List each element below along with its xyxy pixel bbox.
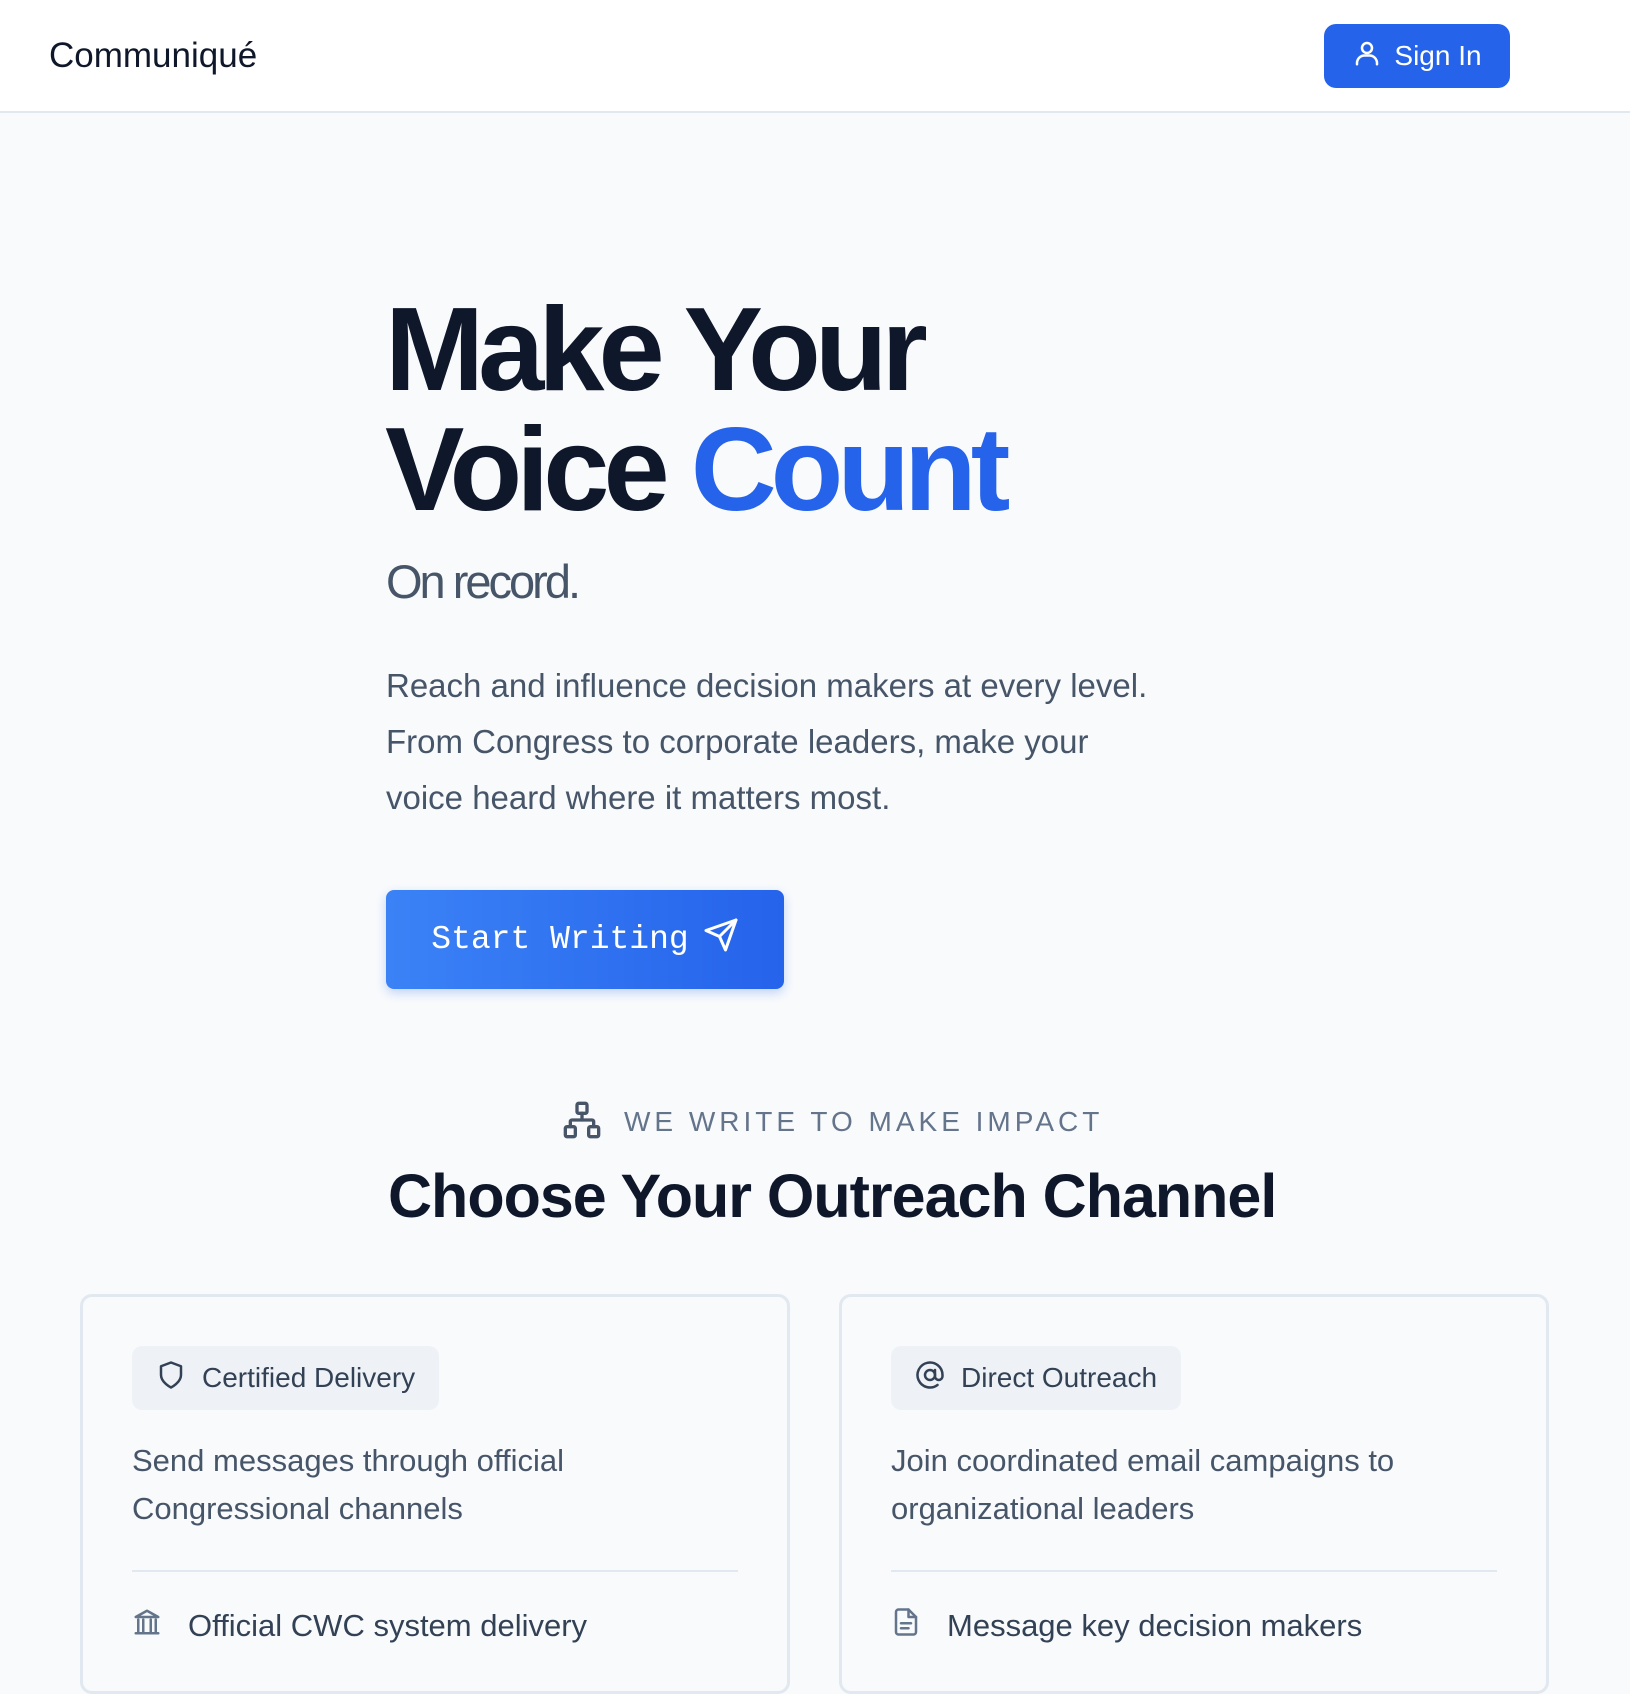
direct-outreach-badge: Direct Outreach [891,1346,1182,1410]
card-description-line1: Join coordinated email campaigns to [891,1443,1395,1478]
section-title: Choose Your Outreach Channel [388,1162,1277,1230]
at-sign-icon [915,1360,945,1397]
hero-title-accent: Count [690,403,1011,536]
document-icon [891,1607,921,1645]
card-divider [132,1570,738,1572]
start-writing-label: Start Writing [431,921,689,958]
card-description: Send messages through official Congressi… [132,1437,732,1533]
landmark-icon [132,1607,162,1645]
card-description-line2: Congressional channels [132,1491,463,1526]
sign-in-label: Sign In [1394,40,1482,71]
hero-description: Reach and influence decision makers at e… [386,658,1246,826]
sign-in-button[interactable]: Sign In [1324,24,1510,88]
hero-title-line1: Make Your [385,283,928,416]
hero-title: Make Your Voice Count [385,290,1010,530]
badge-label: Certified Delivery [202,1362,416,1393]
start-writing-button[interactable]: Start Writing [386,890,784,989]
shield-icon [156,1360,186,1397]
eyebrow-text: WE WRITE TO MAKE IMPACT [624,1106,1104,1137]
user-icon [1352,38,1382,75]
card-description: Join coordinated email campaigns to orga… [891,1437,1491,1533]
top-nav: Communiqué Sign In [0,0,1630,113]
hero-title-line2: Voice [385,403,691,536]
brand-logo[interactable]: Communiqué [49,32,257,80]
card-divider [891,1570,1497,1572]
feature-label: Official CWC system delivery [188,1608,588,1643]
card-description-line1: Send messages through official [132,1443,564,1478]
network-icon [562,1100,602,1145]
hero-description-line2: From Congress to corporate leaders, make… [386,723,1089,760]
card-description-line2: organizational leaders [891,1491,1195,1526]
card-feature: Message key decision makers [891,1607,1362,1645]
hero-description-line1: Reach and influence decision makers at e… [386,667,1148,704]
feature-label: Message key decision makers [947,1608,1363,1643]
certified-delivery-badge: Certified Delivery [132,1346,440,1410]
card-feature: Official CWC system delivery [132,1607,587,1645]
channel-card-direct[interactable]: Direct Outreach Join coordinated email c… [839,1294,1549,1694]
section-eyebrow: WE WRITE TO MAKE IMPACT [562,1100,1103,1144]
badge-label: Direct Outreach [961,1362,1158,1393]
hero-subtitle: On record. [386,555,581,608]
hero-description-line3: voice heard where it matters most. [386,779,891,816]
channel-card-certified[interactable]: Certified Delivery Send messages through… [80,1294,790,1694]
send-icon [703,917,739,963]
